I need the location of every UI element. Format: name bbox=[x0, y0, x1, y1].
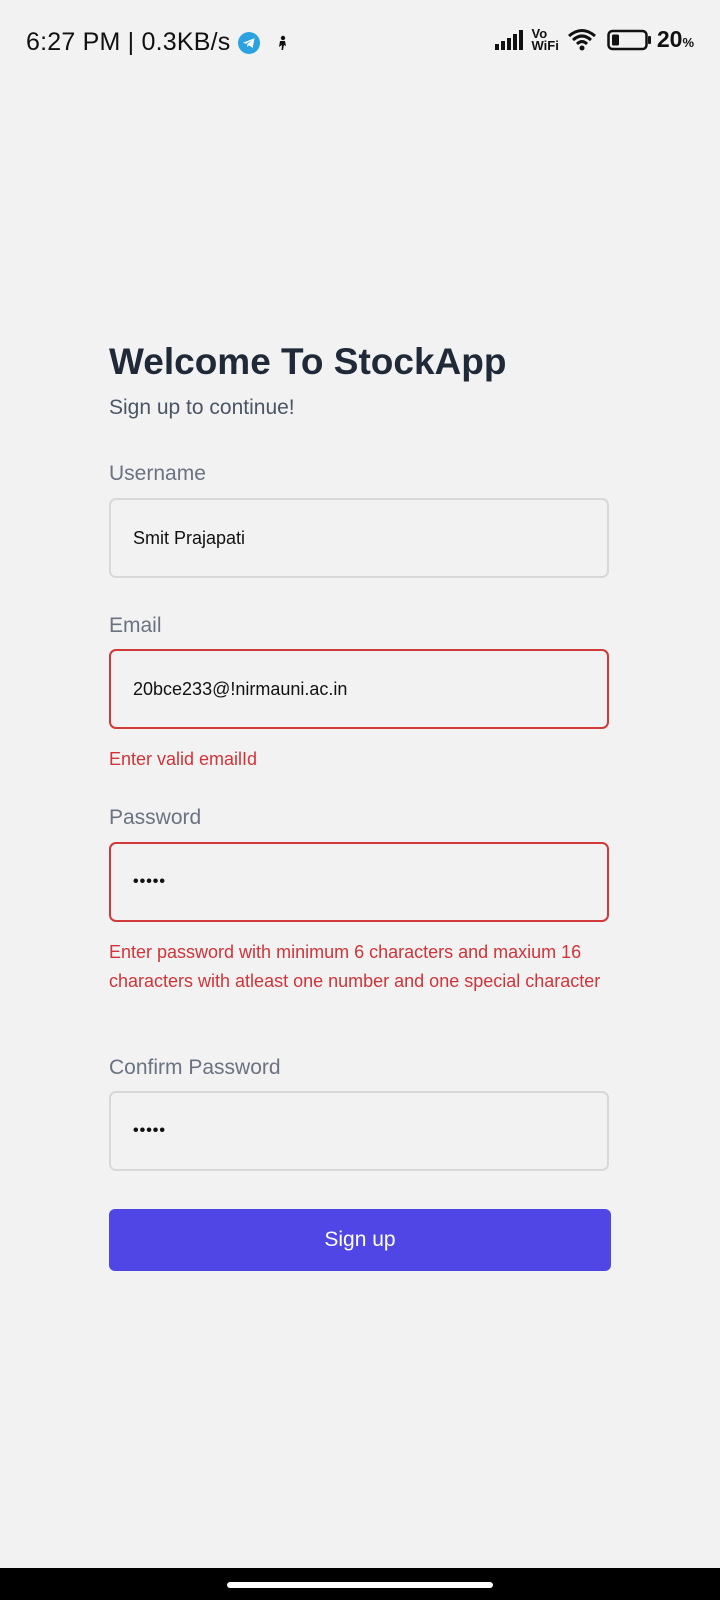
username-field[interactable]: Smit Prajapati bbox=[109, 498, 609, 578]
password-value: ••••• bbox=[133, 873, 167, 890]
email-label: Email bbox=[109, 614, 162, 637]
battery-percentage: 20% bbox=[656, 26, 694, 52]
email-value: 20bce233@!nirmauni.ac.in bbox=[133, 678, 348, 699]
password-label: Password bbox=[109, 806, 202, 829]
status-left: 6:27 PM | 0.3KB/s bbox=[26, 28, 290, 57]
signup-button[interactable]: Sign up bbox=[109, 1209, 611, 1271]
email-error-message: Enter valid emailId bbox=[109, 749, 258, 769]
battery-icon bbox=[607, 29, 651, 50]
email-field[interactable]: 20bce233@!nirmauni.ac.in bbox=[109, 649, 609, 729]
telegram-icon bbox=[238, 31, 261, 54]
password-error-message: Enter password with minimum 6 characters… bbox=[109, 942, 601, 991]
app-notification-icon bbox=[279, 35, 287, 50]
page-subtitle: Sign up to continue! bbox=[109, 396, 295, 419]
status-bar: 6:27 PM | 0.3KB/s Vo WiFi 20% bbox=[0, 0, 720, 90]
password-field[interactable]: ••••• bbox=[109, 842, 609, 922]
home-indicator[interactable] bbox=[227, 1582, 493, 1588]
confirm-password-value: ••••• bbox=[133, 1122, 167, 1139]
page-title: Welcome To StockApp bbox=[109, 341, 507, 382]
vowifi-icon: Vo WiFi bbox=[531, 25, 559, 53]
status-right: Vo WiFi 20% bbox=[494, 26, 694, 53]
username-value: Smit Prajapati bbox=[133, 527, 246, 548]
signup-form: Welcome To StockApp Sign up to continue!… bbox=[109, 338, 611, 1271]
signal-icon bbox=[494, 29, 523, 50]
confirm-password-label: Confirm Password bbox=[109, 1056, 281, 1079]
time-network-speed: 6:27 PM | 0.3KB/s bbox=[26, 28, 231, 56]
navigation-bar bbox=[0, 1568, 720, 1600]
wifi-icon bbox=[567, 28, 596, 50]
username-label: Username bbox=[109, 462, 206, 485]
confirm-password-field[interactable]: ••••• bbox=[109, 1091, 609, 1171]
